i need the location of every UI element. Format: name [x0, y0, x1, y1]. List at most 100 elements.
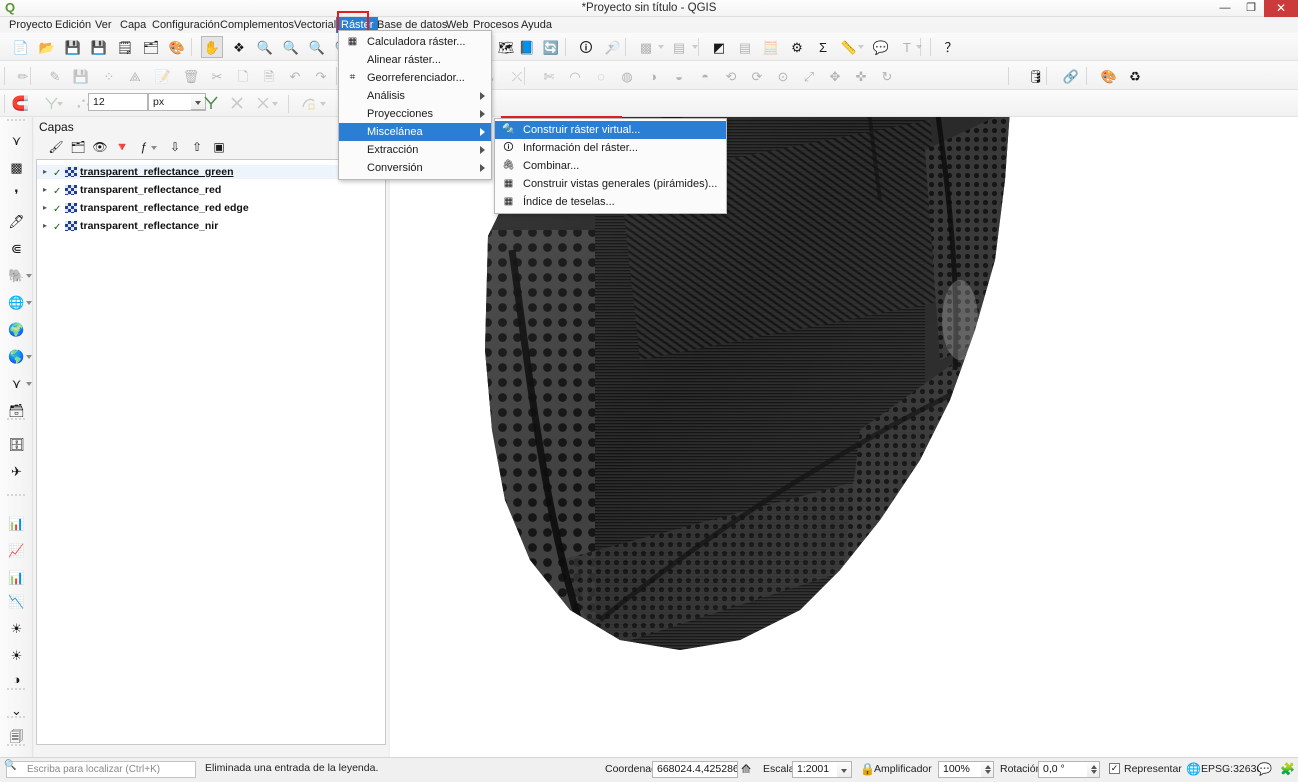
plugin-recycle-icon[interactable]: ♻ — [1124, 65, 1146, 87]
histogram-c-icon[interactable]: 📊 — [4, 567, 29, 589]
delete-selected-icon[interactable]: 🗑 — [180, 65, 202, 87]
chevron-down-icon[interactable] — [57, 102, 63, 106]
menu-capa[interactable]: Capa — [115, 17, 151, 33]
render-checkbox[interactable]: ✓ — [1109, 763, 1120, 774]
chevron-down-icon[interactable] — [26, 301, 32, 305]
close-button[interactable]: ✕ — [1264, 0, 1298, 17]
vertex-tool-icon[interactable]: ⟁ — [124, 65, 146, 87]
paste-features-icon[interactable]: 🗎 — [258, 65, 280, 87]
raster-menu-dropdown[interactable]: ▦ Calculadora ráster... Alinear ráster... ⌗… — [338, 30, 492, 180]
chevron-down-icon[interactable] — [858, 45, 864, 49]
simplify-feature-icon[interactable]: ◠ — [564, 65, 586, 87]
modify-attributes-icon[interactable]: 📝 — [152, 65, 174, 87]
add-part-icon[interactable]: ◍ — [616, 65, 638, 87]
contrast-icon[interactable]: ◑ — [4, 668, 29, 690]
menu-item-alinear-r-ster[interactable]: Alinear ráster... — [339, 51, 491, 69]
open-project-icon[interactable]: 📂 — [36, 36, 58, 58]
chevron-down-icon[interactable] — [272, 102, 278, 106]
add-raster-layer-icon[interactable]: ▩ — [4, 157, 29, 179]
new-project-icon[interactable]: 📄 — [10, 36, 32, 58]
new-print-layout-icon[interactable]: 🗒 — [114, 36, 136, 58]
manage-layer-visibility-icon[interactable]: 👁 — [89, 137, 111, 157]
chevron-down-icon[interactable] — [916, 45, 922, 49]
chevron-down-icon[interactable] — [692, 45, 698, 49]
menu-complementos[interactable]: Complementos — [215, 17, 299, 33]
messages-icon[interactable]: 💬 — [1257, 762, 1272, 776]
save-project-as-icon[interactable]: 💾 — [88, 36, 110, 58]
scale-input[interactable]: 1:2001 — [792, 761, 838, 778]
copy-move-feature-icon[interactable]: ✜ — [850, 65, 872, 87]
topological-editing-icon[interactable] — [200, 92, 222, 114]
move-feature-icon[interactable]: ✥ — [824, 65, 846, 87]
rotation-input[interactable]: 0,0 ° — [1038, 761, 1088, 778]
menu-item-georreferenciador[interactable]: ⌗ Georreferenciador... — [339, 69, 491, 87]
reverse-line-icon[interactable]: ⤫ — [506, 65, 528, 87]
menu-item-construir-r-ster-virtual[interactable]: 🔩 Construir ráster virtual... — [495, 121, 726, 139]
menu-item-construir-vistas-generales-pir-mides[interactable]: ▦ Construir vistas generales (pirámides).… — [495, 175, 726, 193]
menu-ver[interactable]: Ver — [90, 17, 117, 33]
deselect-icon[interactable]: ▤ — [668, 36, 690, 58]
identify-features-icon[interactable]: 🛈 — [575, 36, 597, 58]
add-point-feature-icon[interactable]: ⁘ — [98, 65, 120, 87]
magnifier-stepper[interactable] — [981, 761, 994, 778]
add-group-icon[interactable]: 🗂 — [67, 137, 89, 157]
menu-item-informaci-n-del-r-ster[interactable]: 🛈 Información del ráster... — [495, 139, 726, 157]
menu-item-conversi-n[interactable]: Conversión — [339, 159, 491, 177]
db-manager-icon[interactable]: 🛢 — [1025, 65, 1047, 87]
undo-icon[interactable]: ↶ — [284, 65, 306, 87]
select-features-icon[interactable]: ▩ — [635, 36, 657, 58]
open-attribute-table-icon[interactable]: ▤ — [734, 36, 756, 58]
chevron-down-icon[interactable] — [151, 146, 157, 150]
georeferencer-tool-icon[interactable]: 🗄 — [4, 434, 29, 456]
layer-tree-item[interactable]: ▸ ✓ transparent_reflectance_red — [37, 183, 385, 197]
histogram-a-icon[interactable]: 📊 — [4, 513, 29, 535]
layer-visibility-checkbox[interactable]: ✓ — [53, 167, 65, 179]
layer-tree[interactable]: ▸ ✓ transparent_reflectance_green ▸ ✓ transpa… — [36, 159, 386, 745]
rotate-feature-icon[interactable]: ⟲ — [720, 65, 742, 87]
add-spatialite-layer-icon[interactable]: ⋐ — [4, 238, 29, 260]
scale-feature-icon[interactable]: ⤢ — [798, 65, 820, 87]
rotate-point-symbols-icon[interactable]: ⟳ — [746, 65, 768, 87]
magnifier-input[interactable]: 100% — [938, 761, 982, 778]
expand-layer-icon[interactable]: ▸ — [43, 165, 53, 179]
lock-icon[interactable]: 🔒 — [860, 762, 875, 776]
layer-tree-item[interactable]: ▸ ✓ transparent_reflectance_nir — [37, 219, 385, 233]
plugin-paint-icon[interactable]: 🎨 — [1098, 65, 1120, 87]
add-ring-icon[interactable]: ◌ — [590, 65, 612, 87]
zoom-out-icon[interactable]: 🔍 — [280, 36, 302, 58]
zoom-native-icon[interactable]: 🔍 — [306, 36, 328, 58]
menu-ayuda[interactable]: Ayuda — [516, 17, 557, 33]
layout-manager-icon[interactable]: 🗂 — [140, 36, 162, 58]
collapse-all-icon[interactable]: ⇧ — [186, 137, 208, 157]
delete-part-icon[interactable]: ◓ — [694, 65, 716, 87]
brightness-up-icon[interactable]: ☀ — [4, 618, 29, 640]
minimize-button[interactable]: — — [1212, 0, 1238, 17]
layer-visibility-checkbox[interactable]: ✓ — [53, 203, 65, 215]
coordinate-input[interactable]: 668024.4,4252862.8 — [652, 761, 738, 778]
layer-tree-item[interactable]: ▸ ✓ transparent_reflectance_red edge — [37, 201, 385, 215]
add-wcs-layer-icon[interactable]: 🌍 — [4, 319, 29, 341]
zoom-in-icon[interactable]: 🔍 — [254, 36, 276, 58]
current-edits-icon[interactable]: ✏ — [12, 65, 34, 87]
map-tips-icon[interactable]: 💬 — [870, 36, 892, 58]
field-calculator-icon[interactable]: 🧮 — [760, 36, 782, 58]
snapping-magnet-icon[interactable]: 🧲 — [8, 92, 33, 114]
rotation-stepper[interactable] — [1087, 761, 1100, 778]
open-layer-styling-icon[interactable]: 🖌 — [45, 137, 67, 157]
miscelanea-submenu[interactable]: 🔩 Construir ráster virtual... 🛈 Información… — [494, 118, 727, 214]
chevron-down-icon[interactable] — [658, 45, 664, 49]
layer-tree-item[interactable]: ▸ ✓ transparent_reflectance_green — [37, 165, 385, 179]
brightness-down-icon[interactable]: ☀ — [4, 645, 29, 667]
save-layer-edits-icon[interactable]: 💾 — [70, 65, 92, 87]
tracing-icon[interactable] — [298, 92, 320, 114]
remove-layer-icon[interactable]: ▣ — [208, 137, 230, 157]
expand-all-icon[interactable]: ⇩ — [164, 137, 186, 157]
new-map-view-icon[interactable]: 🗺 — [495, 36, 517, 58]
maximize-button[interactable]: ❐ — [1238, 0, 1264, 17]
menu-configuraci-n[interactable]: Configuración — [147, 17, 225, 33]
text-annotation-icon[interactable]: T — [896, 36, 918, 58]
chevron-down-icon[interactable] — [608, 45, 614, 49]
layer-visibility-checkbox[interactable]: ✓ — [53, 221, 65, 233]
expand-layer-icon[interactable]: ▸ — [43, 219, 53, 233]
processing-toolbox-icon[interactable]: ⚙ — [786, 36, 808, 58]
